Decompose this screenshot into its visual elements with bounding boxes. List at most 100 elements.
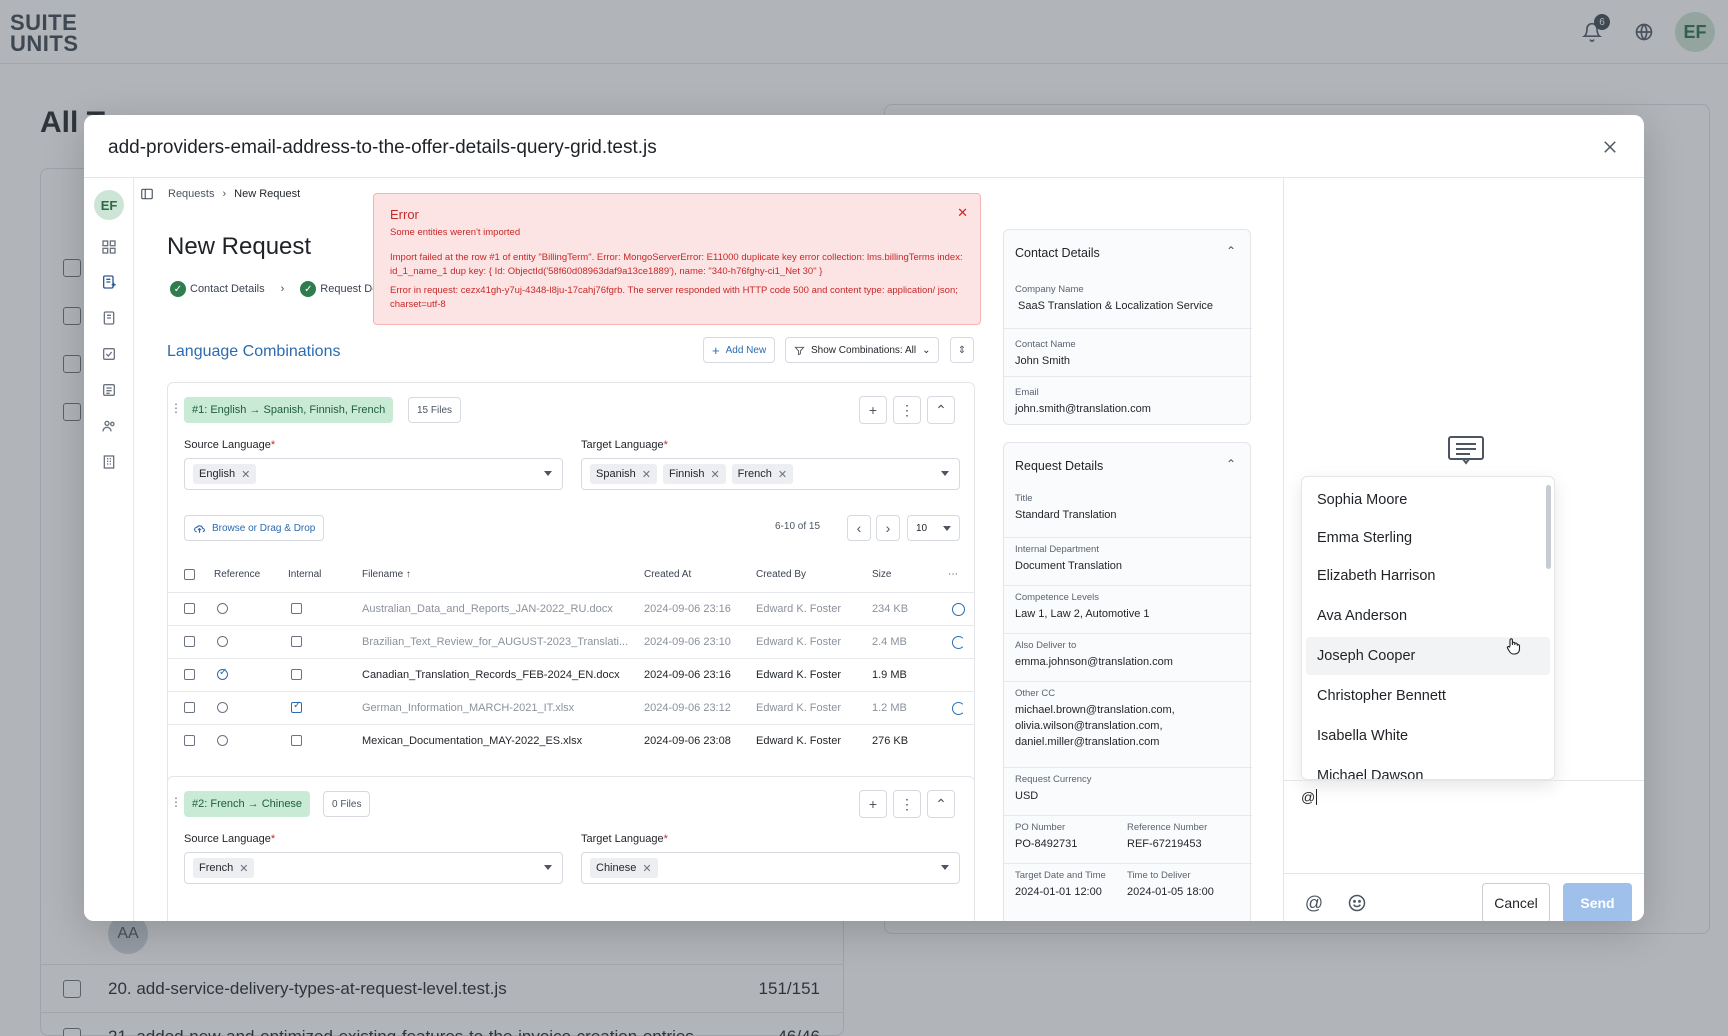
table-row[interactable]: Canadian_Translation_Records_FEB-2024_EN…	[168, 658, 974, 691]
reference-radio[interactable]	[217, 702, 228, 713]
mention-option[interactable]: Emma Sterling	[1306, 519, 1550, 557]
remove-chip-icon[interactable]: ✕	[241, 468, 250, 481]
test-preview-modal: add-providers-email-address-to-the-offer…	[84, 115, 1644, 921]
more-options-button[interactable]: ⋮	[893, 790, 921, 818]
add-new-button[interactable]: + Add New	[703, 337, 776, 363]
add-file-button[interactable]: +	[859, 790, 887, 818]
also-deliver-field: Also Deliver to emma.johnson@translation…	[1004, 633, 1252, 681]
remove-chip-icon[interactable]: ✕	[239, 862, 248, 875]
collapse-icon: ⇕	[957, 344, 967, 356]
target-language-select[interactable]: Spanish ✕ Finnish ✕ French ✕	[581, 458, 960, 490]
step-contact-details[interactable]: ✓ Contact Details	[170, 281, 265, 297]
internal-checkbox[interactable]	[291, 636, 302, 647]
row-checkbox[interactable]	[184, 702, 195, 713]
column-reference[interactable]: Reference	[214, 569, 260, 580]
internal-checkbox[interactable]	[291, 669, 302, 680]
divider	[1284, 873, 1644, 874]
request-details-title: Request Details	[1015, 459, 1104, 473]
source-language-select[interactable]: English ✕	[184, 458, 563, 490]
more-horizontal-icon[interactable]: ⋯	[948, 569, 958, 580]
step-request-details[interactable]: ✓ Request Det	[300, 281, 381, 297]
row-checkbox[interactable]	[184, 636, 195, 647]
column-size[interactable]: Size	[872, 569, 891, 580]
created-by: Edward K. Foster	[756, 669, 841, 681]
remove-chip-icon[interactable]: ✕	[642, 468, 651, 481]
documents-icon[interactable]	[98, 307, 120, 329]
page-size-select[interactable]: 10	[907, 515, 960, 541]
mention-option[interactable]: Michael Dawson	[1306, 757, 1550, 779]
created-at: 2024-09-06 23:16	[644, 603, 731, 615]
file-size: 2.4 MB	[872, 636, 907, 648]
prev-page-button[interactable]: ‹	[847, 515, 871, 541]
select-all-checkbox[interactable]	[184, 569, 195, 580]
remove-chip-icon[interactable]: ✕	[778, 468, 787, 481]
more-options-button[interactable]: ⋮	[893, 396, 921, 424]
table-row[interactable]: Brazilian_Text_Review_for_AUGUST-2023_Tr…	[168, 625, 974, 658]
mention-option[interactable]: Ava Anderson	[1306, 597, 1550, 635]
users-icon[interactable]	[98, 415, 120, 437]
comment-input[interactable]: @	[1301, 789, 1318, 805]
send-button[interactable]: Send	[1563, 883, 1632, 921]
internal-checkbox[interactable]	[291, 603, 302, 614]
source-language-select[interactable]: French ✕	[184, 852, 563, 884]
table-row[interactable]: German_Information_MARCH-2021_IT.xlsx 20…	[168, 691, 974, 724]
column-created-by[interactable]: Created By	[756, 569, 806, 580]
reference-radio[interactable]	[217, 667, 228, 680]
dashboard-icon[interactable]	[98, 236, 120, 258]
next-page-button[interactable]: ›	[876, 515, 900, 541]
reference-radio[interactable]	[217, 735, 228, 746]
reference-radio[interactable]	[217, 636, 228, 647]
language-chip: French ✕	[193, 858, 255, 878]
modal-close-button[interactable]	[1596, 133, 1624, 161]
message-icon	[1448, 436, 1484, 465]
chevron-down-icon	[941, 865, 949, 870]
rail-avatar[interactable]: EF	[94, 190, 124, 220]
chevron-up-icon[interactable]: ⌃	[1226, 457, 1236, 471]
plus-icon: +	[868, 796, 878, 812]
row-checkbox[interactable]	[184, 669, 195, 680]
contact-details-card: Contact Details ⌃ Company Name SaaS Tran…	[1003, 229, 1252, 425]
emoji-button[interactable]	[1345, 891, 1369, 915]
more-vertical-icon: ⋮	[900, 795, 914, 812]
mention-button[interactable]: @	[1302, 891, 1326, 915]
reference-radio[interactable]	[217, 603, 228, 614]
list-icon[interactable]	[98, 379, 120, 401]
column-created-at[interactable]: Created At	[644, 569, 691, 580]
chevron-up-icon[interactable]: ⌃	[1226, 244, 1236, 258]
tasks-icon[interactable]	[98, 343, 120, 365]
remove-chip-icon[interactable]: ✕	[710, 468, 719, 481]
filename: Canadian_Translation_Records_FEB-2024_EN…	[362, 669, 620, 681]
add-file-button[interactable]: +	[859, 396, 887, 424]
source-language-label: Source Language*	[184, 439, 276, 451]
language-combination-card: ⋮⋮ #1: English → Spanish, Finnish, Frenc…	[167, 382, 975, 794]
remove-chip-icon[interactable]: ✕	[642, 862, 651, 875]
target-language-select[interactable]: Chinese ✕	[581, 852, 960, 884]
row-checkbox[interactable]	[184, 603, 195, 614]
collapse-combination-button[interactable]: ⌃	[927, 790, 955, 818]
hand-cursor-icon	[1506, 638, 1521, 655]
sidebar-toggle-icon[interactable]	[140, 187, 154, 201]
table-row[interactable]: Mexican_Documentation_MAY-2022_ES.xlsx 2…	[168, 724, 974, 757]
error-subtitle: Some entities weren't imported	[390, 226, 521, 238]
table-row[interactable]: Australian_Data_and_Reports_JAN-2022_RU.…	[168, 592, 974, 625]
internal-checkbox[interactable]	[291, 700, 302, 713]
cancel-button[interactable]: Cancel	[1482, 883, 1550, 921]
mention-option[interactable]: Isabella White	[1306, 717, 1550, 755]
internal-checkbox[interactable]	[291, 735, 302, 746]
mention-option[interactable]: Elizabeth Harrison	[1306, 557, 1550, 595]
mention-option[interactable]: Sophia Moore	[1306, 481, 1550, 519]
close-icon[interactable]: ✕	[957, 206, 968, 220]
scrollbar-thumb[interactable]	[1546, 485, 1551, 569]
breadcrumb-requests[interactable]: Requests	[168, 188, 214, 200]
mention-option[interactable]: Christopher Bennett	[1306, 677, 1550, 715]
browse-upload-button[interactable]: Browse or Drag & Drop	[184, 515, 325, 541]
breadcrumb: Requests › New Request	[140, 187, 300, 201]
column-filename[interactable]: Filename ↑	[362, 569, 411, 580]
show-combinations-dropdown[interactable]: Show Combinations: All ⌄	[785, 337, 940, 363]
new-request-icon[interactable]	[98, 271, 120, 293]
collapse-combination-button[interactable]: ⌃	[927, 396, 955, 424]
building-icon[interactable]	[98, 451, 120, 473]
collapse-all-button[interactable]: ⇕	[950, 337, 974, 363]
row-checkbox[interactable]	[184, 735, 195, 746]
column-internal[interactable]: Internal	[288, 569, 321, 580]
